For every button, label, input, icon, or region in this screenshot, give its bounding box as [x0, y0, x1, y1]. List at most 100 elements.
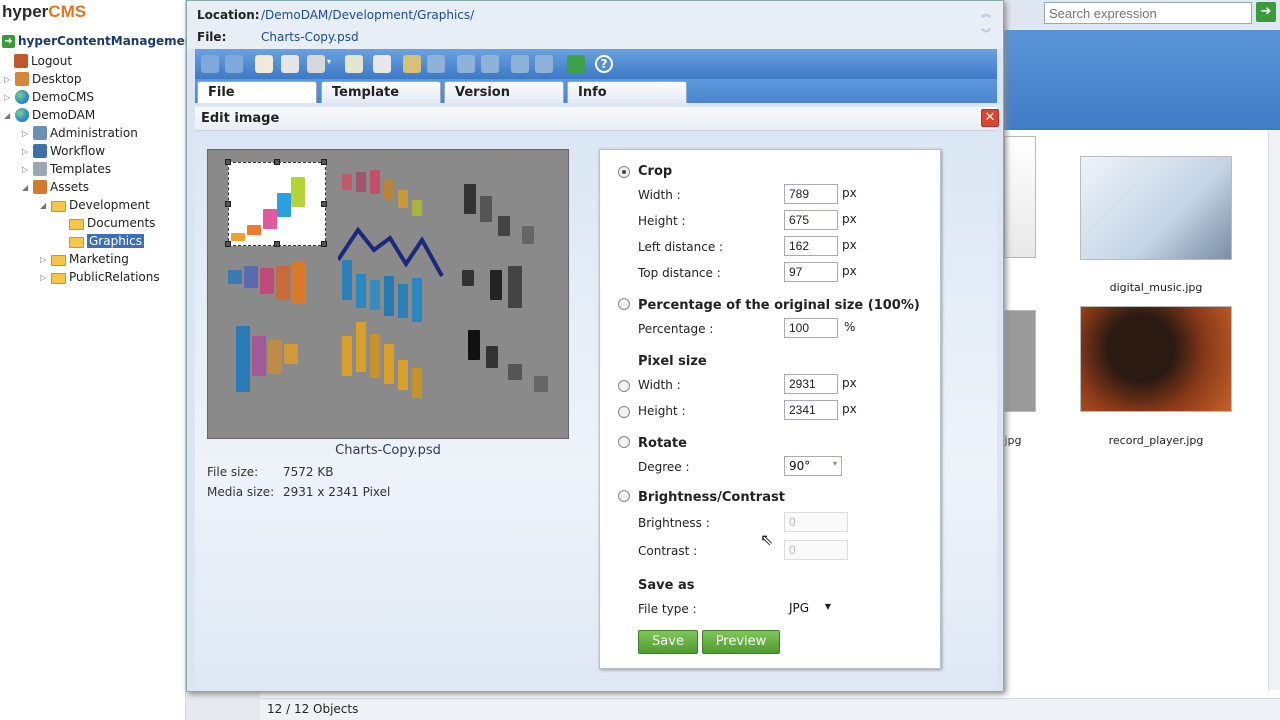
search-go-button[interactable]: ➜	[1256, 2, 1276, 22]
tree-root[interactable]: ➜ hyperContentManagement	[2, 34, 199, 48]
expand-down-icon[interactable]: ︾	[981, 25, 991, 40]
tab-version[interactable]: Version	[444, 81, 564, 103]
crop-width-label: Width :	[638, 188, 681, 202]
unpublish-icon[interactable]	[535, 55, 553, 73]
tab-template[interactable]: Template	[321, 81, 441, 103]
tree-item-administration[interactable]: ▷ Administration	[22, 124, 138, 142]
close-button[interactable]: ✕	[981, 109, 999, 127]
tab-info[interactable]: Info	[567, 81, 687, 103]
file-name[interactable]: digital_music.jpg	[1080, 281, 1232, 294]
save-button[interactable]: Save	[638, 630, 698, 654]
scrollbar[interactable]	[1268, 130, 1280, 690]
expand-icon[interactable]: ▷	[22, 147, 30, 156]
tree-item-graphics[interactable]: Graphics	[58, 232, 144, 250]
thumbnail-digital-music[interactable]	[1080, 156, 1232, 260]
logout-icon	[14, 54, 28, 68]
logo: hyperCMS	[2, 2, 87, 21]
pixel-width-label: Width :	[638, 378, 681, 392]
degree-select[interactable]: 90° ▾	[784, 456, 842, 476]
image-preview	[207, 149, 569, 439]
expand-icon[interactable]: ▷	[22, 165, 30, 174]
tree-item-templates[interactable]: ▷ Templates	[22, 160, 111, 178]
thumbnail-record-player[interactable]	[1080, 306, 1232, 412]
expand-icon[interactable]: ▷	[4, 93, 12, 102]
options-panel: Crop Width : px Height : px Left distanc…	[599, 149, 941, 669]
expand-icon[interactable]: ▷	[40, 273, 48, 282]
tree-title: hyperContentManagement	[18, 34, 200, 48]
tree-item-demodam[interactable]: ◢ DemoDAM	[4, 106, 95, 124]
pixel-width-radio[interactable]	[618, 380, 630, 392]
workflow-accept-icon[interactable]	[457, 55, 475, 73]
refresh-icon[interactable]	[567, 55, 585, 73]
preview-icon[interactable]	[281, 55, 299, 73]
workflow-reject-icon[interactable]	[481, 55, 499, 73]
tree-item-marketing[interactable]: ▷ Marketing	[40, 250, 129, 268]
expand-icon[interactable]: ▷	[22, 129, 30, 138]
help-icon[interactable]: ?	[595, 55, 613, 73]
back-icon[interactable]	[201, 55, 219, 73]
thumbnail[interactable]	[1004, 310, 1036, 412]
folder-icon	[51, 254, 66, 266]
pixel-width-input[interactable]	[784, 374, 838, 394]
contrast-input[interactable]	[784, 540, 848, 560]
delete-icon[interactable]	[307, 55, 325, 73]
tree-item-democms[interactable]: ▷ DemoCMS	[4, 88, 94, 106]
tree-item-publicrelations[interactable]: ▷ PublicRelations	[40, 268, 160, 286]
tab-file[interactable]: File	[197, 81, 317, 103]
collapse-icon[interactable]: ◢	[40, 201, 48, 210]
thumbnail[interactable]	[1004, 136, 1036, 258]
workflow-icon	[33, 144, 47, 158]
forward-icon[interactable]	[225, 55, 243, 73]
toolbar: ▾ ?	[195, 49, 997, 79]
crop-radio[interactable]	[618, 166, 630, 178]
file-name[interactable]: record_player.jpg	[1080, 434, 1232, 447]
crop-width-input[interactable]	[784, 184, 838, 204]
search-input[interactable]	[1044, 2, 1252, 24]
pixel-height-input[interactable]	[784, 400, 838, 420]
folder-icon	[51, 200, 66, 212]
unlock-icon[interactable]	[427, 55, 445, 73]
percentage-radio[interactable]	[618, 298, 630, 310]
top-distance-input[interactable]	[784, 262, 838, 282]
publish-icon[interactable]	[511, 55, 529, 73]
file-value: Charts-Copy.psd	[261, 30, 359, 44]
crop-height-input[interactable]	[784, 210, 838, 230]
file-size-label: File size:	[207, 465, 259, 479]
brightness-input[interactable]	[784, 512, 848, 532]
tree-item-desktop[interactable]: ▷ Desktop	[4, 70, 82, 88]
unit: %	[844, 320, 856, 334]
chevron-down-icon: ▾	[832, 459, 837, 468]
rotate-radio[interactable]	[618, 436, 630, 448]
brightness-radio[interactable]	[618, 490, 630, 502]
object-count: 12 / 12 Objects	[267, 702, 359, 716]
tree-item-documents[interactable]: Documents	[58, 214, 155, 232]
tree-item-logout[interactable]: Logout	[14, 52, 72, 70]
left-distance-label: Left distance :	[638, 240, 724, 254]
tree-item-assets[interactable]: ◢ Assets	[22, 178, 89, 196]
chevron-down-icon[interactable]: ▾	[327, 57, 331, 66]
pixel-height-radio[interactable]	[618, 406, 630, 418]
crop-height-label: Height :	[638, 214, 686, 228]
clipboard-icon[interactable]	[373, 55, 391, 73]
arrow-right-icon: ➜	[2, 34, 15, 48]
expand-icon[interactable]: ▷	[40, 255, 48, 264]
preview-button[interactable]: Preview	[702, 630, 780, 654]
file-label: File:	[197, 30, 227, 44]
tree-item-workflow[interactable]: ▷ Workflow	[22, 142, 105, 160]
upload-icon[interactable]	[345, 55, 363, 73]
percentage-input[interactable]	[784, 318, 838, 338]
preview-caption: Charts-Copy.psd	[335, 443, 441, 458]
file-type-select[interactable]: JPG ▼	[784, 598, 836, 618]
top-distance-label: Top distance :	[638, 266, 721, 280]
collapse-icon[interactable]: ◢	[22, 183, 30, 192]
tree-item-development[interactable]: ◢ Development	[40, 196, 150, 214]
left-distance-input[interactable]	[784, 236, 838, 256]
crop-selection[interactable]	[225, 159, 327, 247]
collapse-icon[interactable]: ◢	[4, 111, 12, 120]
expand-icon[interactable]: ▷	[4, 75, 12, 84]
administration-icon	[33, 126, 47, 140]
collapse-up-icon[interactable]: ︽	[981, 5, 991, 20]
edit-icon[interactable]	[255, 55, 273, 73]
folder-icon	[69, 218, 84, 230]
lock-icon[interactable]	[403, 55, 421, 73]
